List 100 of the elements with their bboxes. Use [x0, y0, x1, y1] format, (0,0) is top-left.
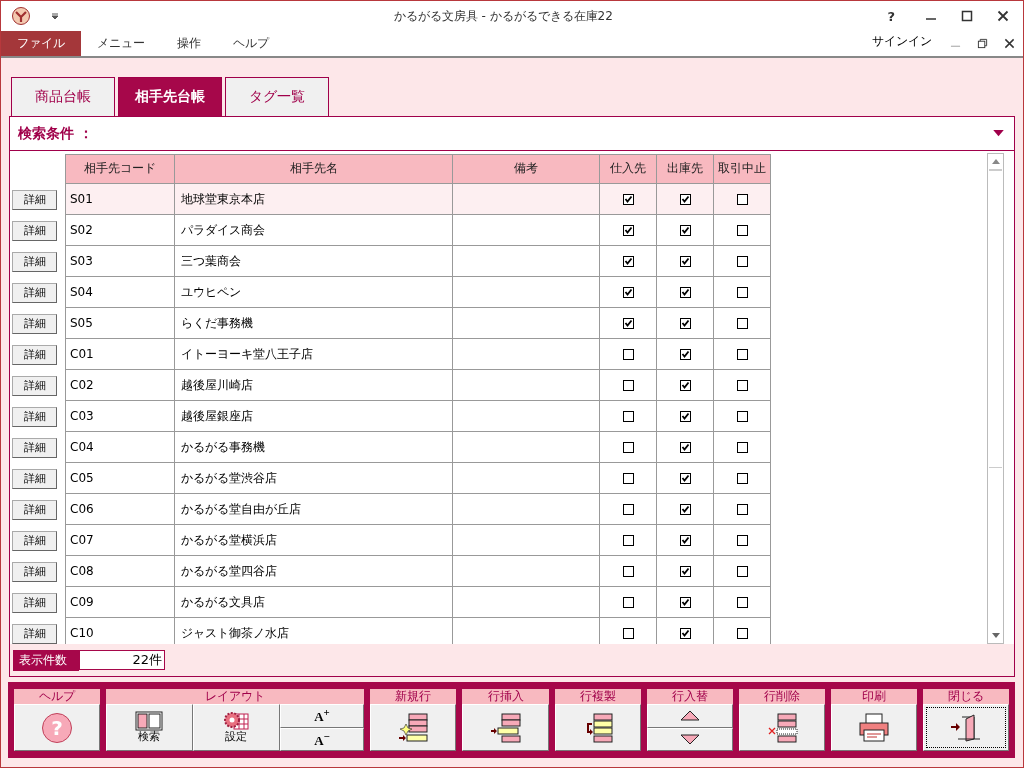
checkbox[interactable]	[622, 565, 634, 577]
checkbox[interactable]	[679, 410, 691, 422]
delete-row-button[interactable]	[738, 704, 825, 751]
insert-row-button[interactable]	[462, 704, 549, 751]
checkbox[interactable]	[622, 472, 634, 484]
checkbox[interactable]	[736, 379, 748, 391]
table-cell: かるがる堂自由が丘店	[175, 494, 453, 525]
detail-button[interactable]: 詳細	[12, 375, 57, 396]
checkbox[interactable]	[679, 472, 691, 484]
checkbox[interactable]	[679, 534, 691, 546]
print-button[interactable]	[830, 704, 917, 751]
checkbox[interactable]	[622, 410, 634, 422]
checkbox[interactable]	[679, 348, 691, 360]
checkbox[interactable]	[736, 410, 748, 422]
menu-item[interactable]: 操作	[161, 31, 217, 56]
table-cell: 三つ葉商会	[175, 246, 453, 277]
dropdown-caret-icon[interactable]	[993, 130, 1004, 137]
checkbox[interactable]	[622, 379, 634, 391]
layout-button[interactable]: 検索	[106, 704, 193, 751]
detail-button[interactable]: 詳細	[12, 313, 57, 334]
checkbox[interactable]	[622, 193, 634, 205]
checkbox[interactable]	[736, 627, 748, 639]
column-header: 取引中止	[714, 154, 771, 184]
checkbox[interactable]	[622, 503, 634, 515]
checkbox[interactable]	[622, 596, 634, 608]
checkbox[interactable]	[622, 224, 634, 236]
table-cell: イトーヨーキ堂八王子店	[175, 339, 453, 370]
move-up-button[interactable]	[646, 704, 733, 728]
scroll-up-icon[interactable]	[991, 159, 1000, 164]
checkbox[interactable]	[679, 193, 691, 205]
menu-item[interactable]: ファイル	[1, 31, 81, 56]
detail-button[interactable]: 詳細	[12, 530, 57, 551]
checkbox[interactable]	[736, 286, 748, 298]
checkbox[interactable]	[622, 534, 634, 546]
checkbox[interactable]	[736, 565, 748, 577]
checkbox[interactable]	[736, 534, 748, 546]
checkbox[interactable]	[622, 627, 634, 639]
table-cell: C03	[65, 401, 175, 432]
detail-button[interactable]: 詳細	[12, 344, 57, 365]
checkbox[interactable]	[679, 441, 691, 453]
move-down-button[interactable]	[646, 727, 733, 751]
checkbox[interactable]	[736, 441, 748, 453]
close-button[interactable]	[922, 704, 1009, 751]
detail-button[interactable]: 詳細	[12, 561, 57, 582]
checkbox[interactable]	[622, 317, 634, 329]
checkbox[interactable]	[679, 503, 691, 515]
detail-button[interactable]: 詳細	[12, 406, 57, 427]
detail-button[interactable]: 詳細	[12, 251, 57, 272]
checkbox[interactable]	[679, 565, 691, 577]
tab[interactable]: 相手先台帳	[118, 77, 222, 116]
checkbox[interactable]	[736, 596, 748, 608]
checkbox[interactable]	[736, 503, 748, 515]
checkbox[interactable]	[622, 348, 634, 360]
table-cell: C07	[65, 525, 175, 556]
quick-access-icon[interactable]	[51, 12, 59, 20]
printer-icon	[857, 712, 890, 743]
checkbox[interactable]	[736, 193, 748, 205]
checkbox[interactable]	[679, 379, 691, 391]
scroll-thumb[interactable]	[989, 169, 1002, 468]
detail-button[interactable]: 詳細	[12, 220, 57, 241]
copy-row-button[interactable]	[554, 704, 641, 751]
detail-button[interactable]: 詳細	[12, 282, 57, 303]
table-cell: S05	[65, 308, 175, 339]
detail-button[interactable]: 詳細	[12, 437, 57, 458]
checkbox[interactable]	[622, 286, 634, 298]
count-label: 表示件数	[13, 649, 79, 671]
scrollbar[interactable]	[987, 153, 1004, 644]
tab[interactable]: タグ一覧	[225, 77, 329, 116]
checkbox[interactable]	[736, 472, 748, 484]
scroll-down-icon[interactable]	[991, 633, 1000, 638]
checkbox[interactable]	[679, 627, 691, 639]
detail-button[interactable]: 詳細	[12, 623, 57, 644]
checkbox[interactable]	[679, 596, 691, 608]
font-larger-button[interactable]: A$^{+}$	[279, 704, 365, 728]
menu-item[interactable]: メニュー	[81, 31, 161, 56]
new-row-button[interactable]	[370, 704, 457, 751]
detail-button[interactable]: 詳細	[12, 189, 57, 210]
checkbox[interactable]	[736, 255, 748, 267]
checkbox[interactable]	[622, 255, 634, 267]
close-icon[interactable]	[997, 10, 1009, 22]
detail-button[interactable]: 詳細	[12, 468, 57, 489]
checkbox[interactable]	[679, 255, 691, 267]
menu-item[interactable]: ヘルプ	[217, 31, 285, 56]
checkbox[interactable]	[736, 224, 748, 236]
checkbox[interactable]	[679, 317, 691, 329]
settings-button[interactable]: 設定	[192, 704, 280, 751]
tab[interactable]: 商品台帳	[11, 77, 115, 116]
help-button[interactable]: ?	[887, 8, 895, 24]
restore-icon[interactable]	[977, 38, 988, 49]
maximize-icon[interactable]	[961, 10, 973, 22]
close-icon[interactable]	[1004, 38, 1015, 49]
sign-in-link[interactable]: サインイン	[872, 33, 932, 50]
detail-button[interactable]: 詳細	[12, 592, 57, 613]
detail-button[interactable]: 詳細	[12, 499, 57, 520]
checkbox[interactable]	[736, 317, 748, 329]
checkbox[interactable]	[736, 348, 748, 360]
table-cell: C01	[65, 339, 175, 370]
checkbox[interactable]	[622, 441, 634, 453]
checkbox[interactable]	[679, 224, 691, 236]
checkbox[interactable]	[679, 286, 691, 298]
